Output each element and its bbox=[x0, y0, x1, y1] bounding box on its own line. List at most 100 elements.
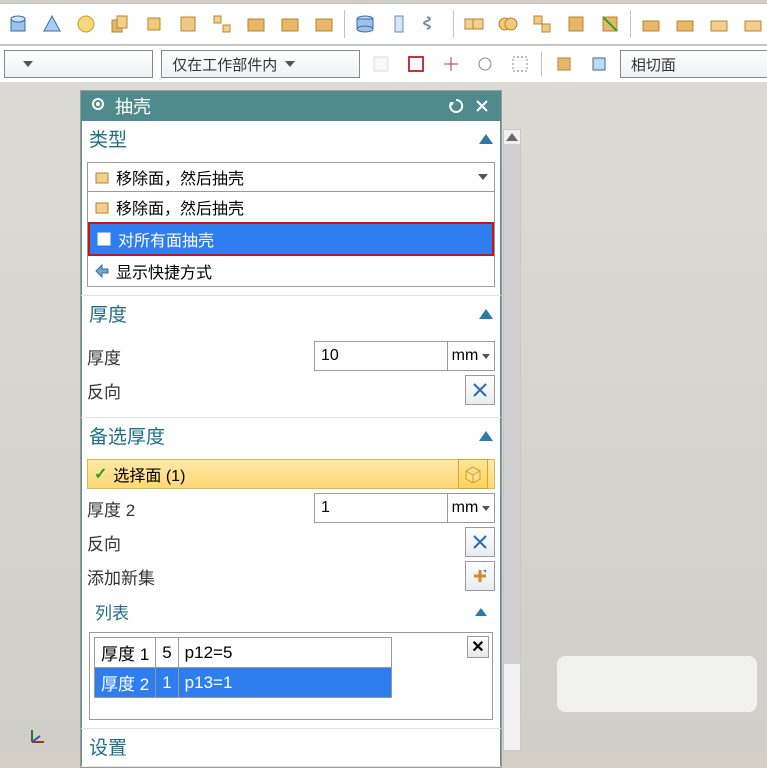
caret-icon bbox=[23, 61, 33, 67]
thickness-unit-label: mm bbox=[452, 347, 479, 365]
caret-icon bbox=[482, 354, 490, 359]
sel-tool-5-icon[interactable] bbox=[507, 50, 534, 78]
type-option-shortcut[interactable]: 显示快捷方式 bbox=[88, 256, 494, 286]
chevron-up-icon bbox=[479, 431, 493, 441]
sel-tool-3-icon[interactable] bbox=[437, 50, 464, 78]
sel-tool-1-icon bbox=[368, 50, 395, 78]
cell-r1c1: 厚度 1 bbox=[95, 638, 156, 668]
thickness-unit-select[interactable]: mm bbox=[448, 341, 495, 371]
sel-tool-2-icon[interactable] bbox=[403, 50, 430, 78]
type-option-remove[interactable]: 移除面，然后抽壳 bbox=[88, 192, 494, 222]
thickness2-label: 厚度 2 bbox=[87, 496, 314, 521]
table-row[interactable]: 厚度 1 5 p12=5 bbox=[95, 638, 392, 668]
addset-button[interactable] bbox=[465, 561, 495, 591]
tool-feature2-icon[interactable] bbox=[596, 10, 624, 38]
table-row-selected[interactable]: 厚度 2 1 p13=1 bbox=[95, 668, 392, 698]
section-settings-header[interactable]: 设置 bbox=[81, 729, 501, 766]
tool-feature1-icon[interactable] bbox=[562, 10, 590, 38]
section-alt-thickness: 备选厚度 ✓ 选择面 (1) 厚度 2 1 bbox=[81, 418, 501, 729]
scope-combo[interactable]: 仅在工作部件内 bbox=[161, 50, 360, 78]
thickness2-unit-select[interactable]: mm bbox=[448, 493, 495, 523]
type-dropdown-menu: 移除面，然后抽壳 对所有面抽壳 显示快捷方式 bbox=[87, 192, 495, 287]
type-option-shortcut-label: 显示快捷方式 bbox=[116, 259, 212, 283]
shell-dialog: 抽壳 类型 移除面，然后抽壳 bbox=[80, 90, 502, 768]
face-cube-button[interactable] bbox=[458, 459, 488, 489]
graphics-viewport[interactable]: 抽壳 类型 移除面，然后抽壳 bbox=[0, 82, 767, 752]
section-thickness: 厚度 厚度 10 mm 反向 bbox=[81, 296, 501, 418]
thickness-label: 厚度 bbox=[87, 344, 314, 369]
type-option-remove-label: 移除面，然后抽壳 bbox=[116, 195, 244, 219]
scope-combo-value: 仅在工作部件内 bbox=[172, 54, 277, 75]
tool-cylinder-icon[interactable] bbox=[4, 10, 32, 38]
tool-boolean2-icon[interactable] bbox=[494, 10, 522, 38]
thickness-input[interactable]: 10 bbox=[314, 341, 448, 371]
reverse2-label: 反向 bbox=[87, 530, 465, 555]
selection-toolbar: 仅在工作部件内 相切面 bbox=[0, 46, 767, 83]
thickness-list: ✕ 厚度 1 5 p12=5 厚度 2 1 p13=1 bbox=[89, 632, 493, 720]
chevron-up-icon bbox=[479, 309, 493, 319]
render-preview bbox=[557, 656, 757, 712]
cell-r1c3: p12=5 bbox=[178, 638, 391, 668]
view-cube2-icon[interactable] bbox=[585, 50, 612, 78]
select-face-bar[interactable]: ✓ 选择面 (1) bbox=[87, 459, 495, 489]
tool-db-icon[interactable] bbox=[351, 10, 379, 38]
caret-icon bbox=[482, 506, 490, 511]
tool-assy1-icon[interactable] bbox=[637, 10, 665, 38]
chevron-up-icon bbox=[475, 608, 487, 616]
dialog-title: 抽壳 bbox=[115, 93, 151, 119]
section-type-title: 类型 bbox=[89, 125, 127, 152]
scroll-thumb[interactable] bbox=[504, 144, 520, 664]
type-option-allfaces-label: 对所有面抽壳 bbox=[118, 227, 214, 251]
tool-cone-icon[interactable] bbox=[38, 10, 66, 38]
tool-sweep-icon[interactable] bbox=[174, 10, 202, 38]
reset-button[interactable] bbox=[445, 95, 467, 117]
tool-assy2-icon[interactable] bbox=[671, 10, 699, 38]
cell-r2c1: 厚度 2 bbox=[95, 668, 156, 698]
tool-box2-icon[interactable] bbox=[276, 10, 304, 38]
tool-boolean1-icon[interactable] bbox=[460, 10, 488, 38]
cell-r2c2: 1 bbox=[156, 668, 178, 698]
reverse-button[interactable] bbox=[465, 375, 495, 405]
thickness2-input[interactable]: 1 bbox=[314, 493, 448, 523]
tool-spring-icon[interactable] bbox=[419, 10, 447, 38]
sel-tool-4-icon[interactable] bbox=[472, 50, 499, 78]
section-alt-thickness-header[interactable]: 备选厚度 bbox=[81, 418, 501, 455]
type-selected-label: 移除面，然后抽壳 bbox=[116, 165, 244, 189]
reverse2-button[interactable] bbox=[465, 527, 495, 557]
shortcut-icon bbox=[94, 263, 110, 279]
tool-assy3-icon[interactable] bbox=[705, 10, 733, 38]
check-icon: ✓ bbox=[94, 464, 107, 484]
filter-combo-1[interactable] bbox=[4, 50, 153, 78]
cell-r1c2: 5 bbox=[156, 638, 178, 668]
top-toolbar bbox=[0, 3, 767, 45]
section-thickness-header[interactable]: 厚度 bbox=[81, 296, 501, 333]
tool-pattern-icon[interactable] bbox=[208, 10, 236, 38]
tool-tube-icon[interactable] bbox=[385, 10, 413, 38]
axis-gizmo-icon bbox=[28, 726, 48, 746]
list-delete-button[interactable]: ✕ bbox=[467, 636, 489, 658]
section-type-header[interactable]: 类型 bbox=[81, 121, 501, 158]
type-dropdown[interactable]: 移除面，然后抽壳 bbox=[87, 162, 495, 192]
tool-assy4-icon[interactable] bbox=[739, 10, 767, 38]
scroll-up-icon[interactable] bbox=[504, 130, 520, 144]
tool-revolve-icon[interactable] bbox=[140, 10, 168, 38]
tool-extrude-icon[interactable] bbox=[106, 10, 134, 38]
reverse-label: 反向 bbox=[87, 378, 465, 403]
panel-scrollbar[interactable] bbox=[503, 129, 521, 751]
list-subheader[interactable]: 列表 bbox=[87, 595, 495, 628]
face-filter-value: 相切面 bbox=[631, 54, 676, 75]
caret-icon bbox=[478, 174, 488, 180]
tool-boolean3-icon[interactable] bbox=[528, 10, 556, 38]
thickness-value: 10 bbox=[321, 347, 339, 365]
tool-box1-icon[interactable] bbox=[242, 10, 270, 38]
type-option-allfaces[interactable]: 对所有面抽壳 bbox=[88, 222, 494, 256]
gear-icon bbox=[89, 95, 107, 118]
view-cube1-icon[interactable] bbox=[550, 50, 577, 78]
tool-box3-icon[interactable] bbox=[310, 10, 338, 38]
caret-icon bbox=[285, 61, 295, 67]
cell-r2c3: p13=1 bbox=[178, 668, 391, 698]
list-subheader-label: 列表 bbox=[95, 599, 129, 624]
face-filter-combo[interactable]: 相切面 bbox=[620, 50, 767, 78]
close-button[interactable] bbox=[471, 95, 493, 117]
tool-sphere-icon[interactable] bbox=[72, 10, 100, 38]
